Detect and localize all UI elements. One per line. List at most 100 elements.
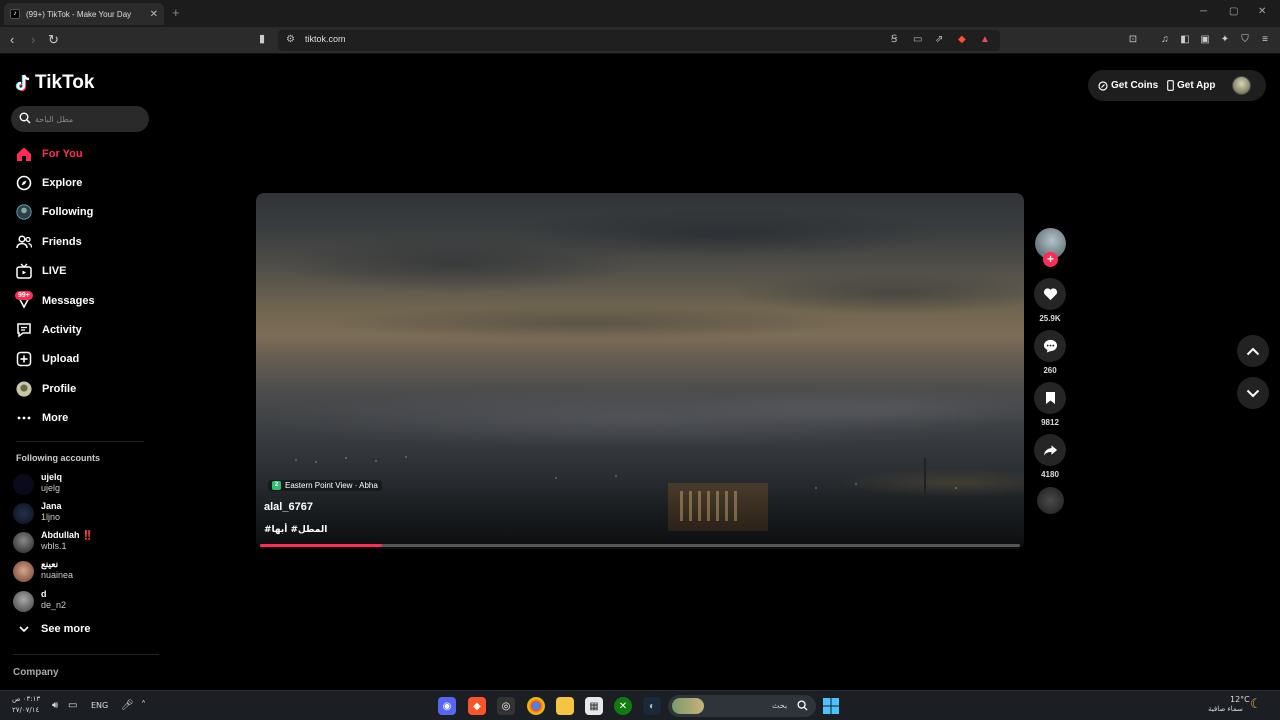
follow-plus-button[interactable]: +	[1043, 252, 1058, 267]
tab-close-icon[interactable]: ✕	[150, 9, 158, 20]
nav-label: More	[42, 412, 69, 424]
location-tag[interactable]: 2 Eastern Point View · Abha	[268, 480, 382, 491]
account-handle: wbls.1	[41, 541, 67, 551]
bookmark-icon[interactable]: ▮	[259, 32, 265, 45]
clock-date[interactable]: ٢٧/٠٧/١٤	[12, 706, 39, 714]
video-player[interactable]: 2 Eastern Point View · Abha alal_6767 #ا…	[256, 193, 1024, 549]
next-video-button[interactable]	[1237, 377, 1269, 409]
company-link[interactable]: Company	[13, 667, 59, 678]
sidebar-icon[interactable]: ◧	[1179, 34, 1191, 46]
url-text[interactable]: tiktok.com	[305, 34, 346, 44]
close-window-button[interactable]: ✕	[1258, 6, 1266, 17]
video-hashtags[interactable]: #المطل# أبها	[264, 525, 327, 535]
music-icon[interactable]: ♫	[1159, 34, 1171, 46]
upload-icon	[16, 351, 32, 367]
home-icon	[16, 146, 32, 162]
steam-icon[interactable]: ◐	[643, 697, 661, 715]
address-bar[interactable]: ⚙ tiktok.com Ꞩ ▭ ⇗ ◆ ▲	[278, 30, 1000, 51]
nav-live[interactable]: LIVE	[16, 260, 66, 282]
music-disc-avatar[interactable]	[1037, 487, 1064, 514]
vpn-icon[interactable]: ⛉	[1239, 34, 1251, 46]
screenshot-icon[interactable]: ⊡	[1127, 34, 1139, 46]
tiktok-note-icon	[15, 74, 30, 92]
search-input[interactable]	[35, 111, 145, 127]
weather-temperature[interactable]: 12°C	[1230, 695, 1250, 704]
tray-overflow-icon[interactable]: ˄	[141, 700, 146, 711]
brave-browser-icon[interactable]: ◆	[468, 697, 486, 715]
clock-time[interactable]: ٠٣:١٣ ص	[12, 695, 40, 703]
microphone-icon[interactable]: 🎤︎	[121, 700, 134, 711]
file-explorer-icon[interactable]	[556, 697, 574, 715]
translate-icon[interactable]: Ꞩ	[891, 34, 897, 45]
more-icon	[16, 410, 32, 426]
coin-icon	[1098, 80, 1108, 91]
save-count: 9812	[1041, 418, 1059, 427]
nav-more[interactable]: More	[16, 407, 68, 429]
chevron-up-icon	[1246, 347, 1260, 355]
nav-activity[interactable]: Activity	[16, 319, 82, 341]
back-icon[interactable]: ‹	[10, 32, 14, 47]
app-icon[interactable]: ◎	[497, 697, 515, 715]
windows-start-icon[interactable]	[822, 697, 840, 715]
cast-icon[interactable]: ▭	[913, 34, 922, 45]
microsoft-store-icon[interactable]: ▦	[585, 697, 603, 715]
browser-tab[interactable]: ♪ (99+) TikTok - Make Your Day ✕	[4, 3, 164, 25]
logo-text: TikTok	[35, 72, 95, 93]
video-author-username[interactable]: alal_6767	[264, 501, 313, 513]
account-avatar	[13, 561, 34, 582]
network-icon[interactable]: ▭	[68, 700, 77, 711]
previous-video-button[interactable]	[1237, 335, 1269, 367]
new-tab-button[interactable]: +	[172, 5, 180, 20]
site-info-icon[interactable]: ⚙	[286, 34, 295, 45]
share-icon[interactable]: ⇗	[935, 34, 943, 45]
xbox-icon[interactable]: ✕	[614, 697, 632, 715]
brave-shields-icon[interactable]: ◆	[958, 34, 966, 45]
wallet-icon[interactable]: ▣	[1199, 34, 1211, 46]
messages-badge: 99+	[15, 291, 33, 300]
video-progress-bar[interactable]	[260, 544, 1020, 547]
user-avatar[interactable]	[1232, 76, 1251, 95]
search-icon	[797, 700, 808, 711]
get-app-button[interactable]: Get App	[1167, 80, 1216, 91]
minimize-button[interactable]: ─	[1200, 6, 1207, 17]
account-name: Abdullah ‼️	[41, 530, 94, 540]
nav-for-you[interactable]: For You	[16, 143, 83, 165]
leo-ai-icon[interactable]: ✦	[1219, 34, 1231, 46]
brave-rewards-icon[interactable]: ▲	[980, 34, 990, 45]
share-button[interactable]	[1034, 434, 1066, 466]
nav-explore[interactable]: Explore	[16, 172, 82, 194]
taskbar-search-text: بحث	[772, 701, 788, 710]
nav-following[interactable]: Following	[16, 201, 93, 223]
tiktok-logo[interactable]: TikTok	[15, 72, 94, 94]
like-button[interactable]	[1034, 278, 1066, 310]
sidebar-divider	[16, 441, 144, 442]
account-handle: ujelg	[41, 483, 61, 493]
language-indicator[interactable]: ENG	[91, 701, 108, 710]
maximize-button[interactable]: ▢	[1229, 6, 1238, 17]
search-icon	[19, 112, 31, 124]
chrome-icon[interactable]	[527, 697, 545, 715]
save-button[interactable]	[1034, 382, 1066, 414]
discord-icon[interactable]: ◉	[438, 697, 456, 715]
moon-weather-icon[interactable]: ☾	[1250, 697, 1262, 712]
search-box[interactable]	[11, 106, 149, 132]
reload-icon[interactable]: ↻	[48, 32, 59, 48]
heart-icon	[1043, 288, 1057, 301]
comment-button[interactable]	[1034, 330, 1066, 362]
taskbar-search[interactable]: بحث	[668, 695, 816, 717]
activity-icon	[16, 322, 32, 338]
see-more-button[interactable]: See more	[19, 623, 91, 635]
compass-icon	[16, 175, 32, 191]
nav-upload[interactable]: Upload	[16, 348, 79, 370]
get-coins-button[interactable]: Get Coins	[1098, 80, 1158, 91]
menu-icon[interactable]: ≡	[1259, 34, 1271, 46]
tiktok-favicon-icon: ♪	[10, 9, 20, 19]
weather-condition[interactable]: سماء صافية	[1208, 705, 1243, 713]
volume-icon[interactable]: 🔊︎	[52, 700, 58, 711]
nav-friends[interactable]: Friends	[16, 231, 82, 253]
account-avatar	[13, 503, 34, 524]
account-avatar	[13, 591, 34, 612]
forward-icon[interactable]: ›	[31, 32, 35, 47]
nav-label: For You	[42, 148, 83, 160]
nav-profile[interactable]: Profile	[16, 378, 76, 400]
